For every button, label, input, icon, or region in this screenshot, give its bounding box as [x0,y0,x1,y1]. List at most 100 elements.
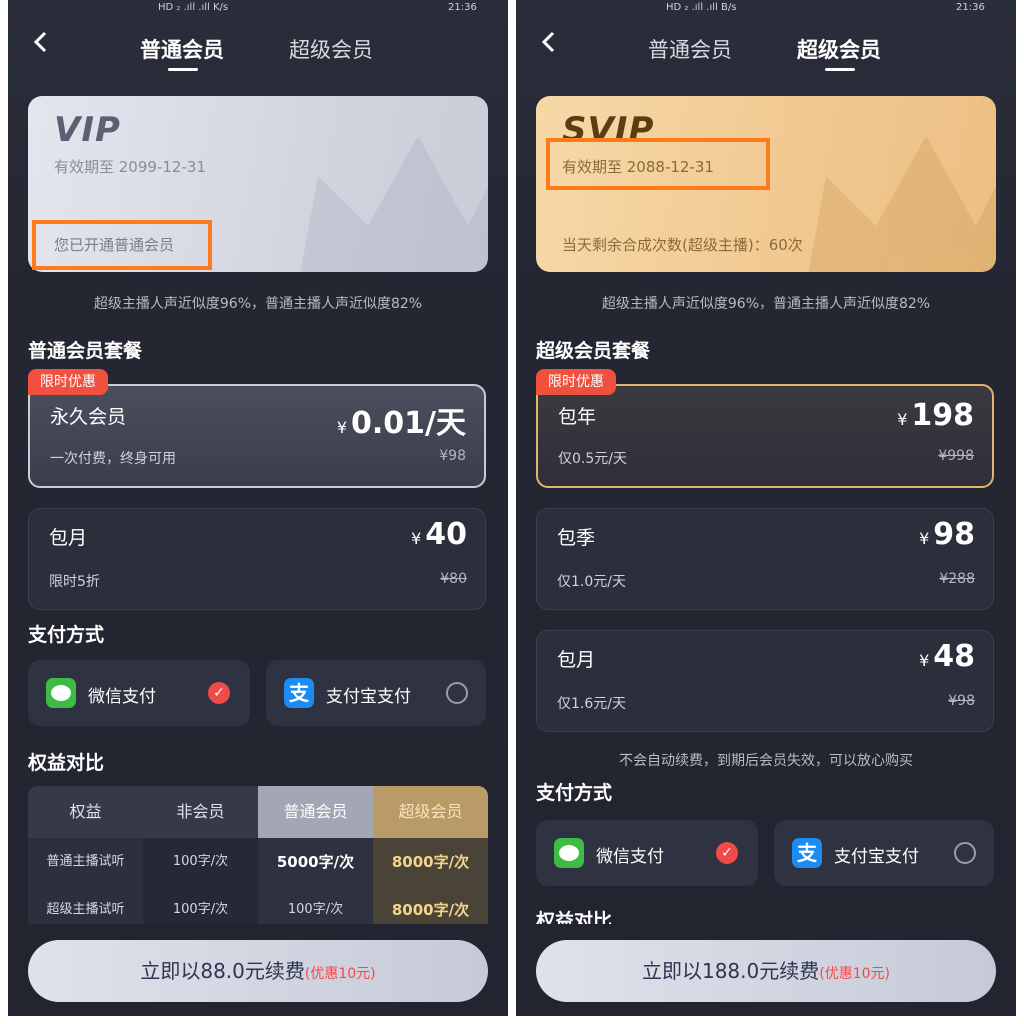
alipay-label: 支付宝支付 [834,847,919,867]
card-expiry-date: 有效期至 2099-12-31 [54,158,206,176]
status-clock: 21:36 [448,2,477,13]
table-cell: 普通主播试听 [46,854,125,869]
alipay-label: 支付宝支付 [326,687,411,707]
table-header: 普通会员 [258,786,373,838]
plan-price: ¥40 [411,517,467,552]
status-indicators: HD ₂ .ıll .ıll K/s [158,2,229,13]
bottom-action-bar: 立即以88.0元续费(优惠10元) [8,924,508,1016]
currency-symbol: ¥ [919,529,930,548]
plan-original-price: ¥288 [939,571,975,587]
plan-subtitle: 仅1.0元/天 [557,574,626,590]
alipay-option[interactable]: 支 支付宝支付 [774,820,994,886]
plan-name: 包年 [558,406,597,428]
alipay-icon: 支 [284,678,314,708]
currency-symbol: ¥ [411,529,422,548]
plan-yearly[interactable]: 包年 ¥198 仅0.5元/天 ¥998 [536,384,994,488]
radio-unselected-icon[interactable] [954,842,976,864]
limited-offer-badge: 限时优惠 [28,369,108,395]
status-bar: HD ₂ .ıll .ıll K/s 21:36 [8,0,508,18]
plan-price: ¥0.01/天 [337,398,466,442]
alipay-option[interactable]: 支 支付宝支付 [266,660,486,726]
renew-button-label: 立即以88.0元续费 [140,959,305,983]
back-arrow-icon[interactable] [30,28,56,56]
tab-super-member[interactable]: 超级会员 [289,34,373,64]
table-cell: 100字/次 [172,854,229,869]
limited-offer-badge: 限时优惠 [536,369,616,395]
table-cell: 5000字/次 [276,853,355,871]
plan-price: ¥98 [919,517,975,552]
benefits-table: 权益 非会员 普通会员 超级会员 普通主播试听 100字/次 5000字/次 8… [28,786,488,936]
highlight-box [32,220,212,270]
card-remaining-count: 当天剩余合成次数(超级主播)：60次 [562,236,803,254]
status-indicators: HD ₂ .ıll .ıll B/s [666,2,737,13]
plan-subtitle: 一次付费，终身可用 [50,451,176,467]
currency-symbol: ¥ [897,410,908,429]
wechat-pay-label: 微信支付 [596,847,664,867]
plan-quarterly[interactable]: 包季 ¥98 仅1.0元/天 ¥288 [536,508,994,610]
highlight-box [546,138,770,190]
payment-section-title: 支付方式 [536,782,613,804]
plan-price-value: 0.01/天 [351,406,466,441]
similarity-note: 超级主播人声近似度96%，普通主播人声近似度82% [601,296,931,312]
plan-name: 永久会员 [50,406,127,428]
status-bar: HD ₂ .ıll .ıll B/s 21:36 [516,0,1016,18]
wechat-pay-option[interactable]: 微信支付 ✓ [28,660,250,726]
plan-monthly[interactable]: 包月 ¥40 限时5折 ¥80 [28,508,486,610]
plan-price-value: 98 [933,517,975,552]
table-cell: 8000字/次 [391,853,470,871]
plan-original-price: ¥98 [439,448,466,464]
tab-active-indicator [825,68,855,71]
similarity-note: 超级主播人声近似度96%，普通主播人声近似度82% [93,296,423,312]
plan-price: ¥198 [897,398,974,433]
plan-subtitle: 限时5折 [49,574,100,590]
plan-original-price: ¥998 [938,448,974,464]
wechat-pay-icon [554,838,584,868]
phone-screen-svip: HD ₂ .ıll .ıll B/s 21:36 普通会员 超级会员 SVIP … [516,0,1016,1016]
tab-regular-member[interactable]: 普通会员 [648,34,732,64]
alipay-icon: 支 [792,838,822,868]
tab-super-member[interactable]: 超级会员 [797,34,881,64]
renew-discount: (优惠10元) [304,966,376,982]
renew-discount: (优惠10元) [819,966,890,982]
checkmark-selected-icon[interactable]: ✓ [208,682,230,704]
payment-section-title: 支付方式 [28,624,105,646]
vip-logo: VIP [54,110,121,150]
benefits-section-title: 权益对比 [28,752,105,774]
status-clock: 21:36 [956,2,985,13]
table-header: 权益 [28,786,143,838]
bottom-action-bar: 立即以188.0元续费(优惠10元) [516,924,1016,1016]
plan-original-price: ¥80 [440,571,467,587]
plan-price: ¥48 [919,639,975,674]
renew-button[interactable]: 立即以88.0元续费(优惠10元) [28,940,488,1002]
plan-original-price: ¥98 [948,693,975,709]
plan-price-value: 198 [911,398,974,433]
back-arrow-icon[interactable] [538,28,564,56]
crown-watermark-icon [808,136,996,272]
wechat-pay-label: 微信支付 [88,687,156,707]
plan-subtitle: 仅1.6元/天 [557,696,626,712]
currency-symbol: ¥ [919,651,930,670]
wechat-pay-icon [46,678,76,708]
tab-regular-member[interactable]: 普通会员 [140,34,224,64]
checkmark-selected-icon[interactable]: ✓ [716,842,738,864]
plan-name: 包季 [557,527,596,549]
crown-watermark-icon [300,136,488,272]
plan-price-value: 40 [425,517,467,552]
plan-monthly[interactable]: 包月 ¥48 仅1.6元/天 ¥98 [536,630,994,732]
renew-button[interactable]: 立即以188.0元续费(优惠10元) [536,940,996,1002]
plans-section-title: 普通会员套餐 [28,340,143,362]
radio-unselected-icon[interactable] [446,682,468,704]
currency-symbol: ¥ [336,418,348,437]
plan-lifetime[interactable]: 永久会员 ¥0.01/天 一次付费，终身可用 ¥98 [28,384,486,488]
auto-renew-note: 不会自动续费，到期后会员失效，可以放心购买 [619,753,913,769]
plan-name: 包月 [557,649,596,671]
tab-active-indicator [168,68,198,71]
plan-price-value: 48 [933,639,975,674]
renew-button-label: 立即以188.0元续费 [641,959,820,983]
wechat-pay-option[interactable]: 微信支付 ✓ [536,820,758,886]
phone-screen-vip: HD ₂ .ıll .ıll K/s 21:36 普通会员 超级会员 VIP 有… [8,0,508,1016]
plans-section-title: 超级会员套餐 [536,340,651,362]
table-header: 非会员 [143,786,258,838]
table-header: 超级会员 [373,786,488,838]
plan-name: 包月 [49,527,88,549]
